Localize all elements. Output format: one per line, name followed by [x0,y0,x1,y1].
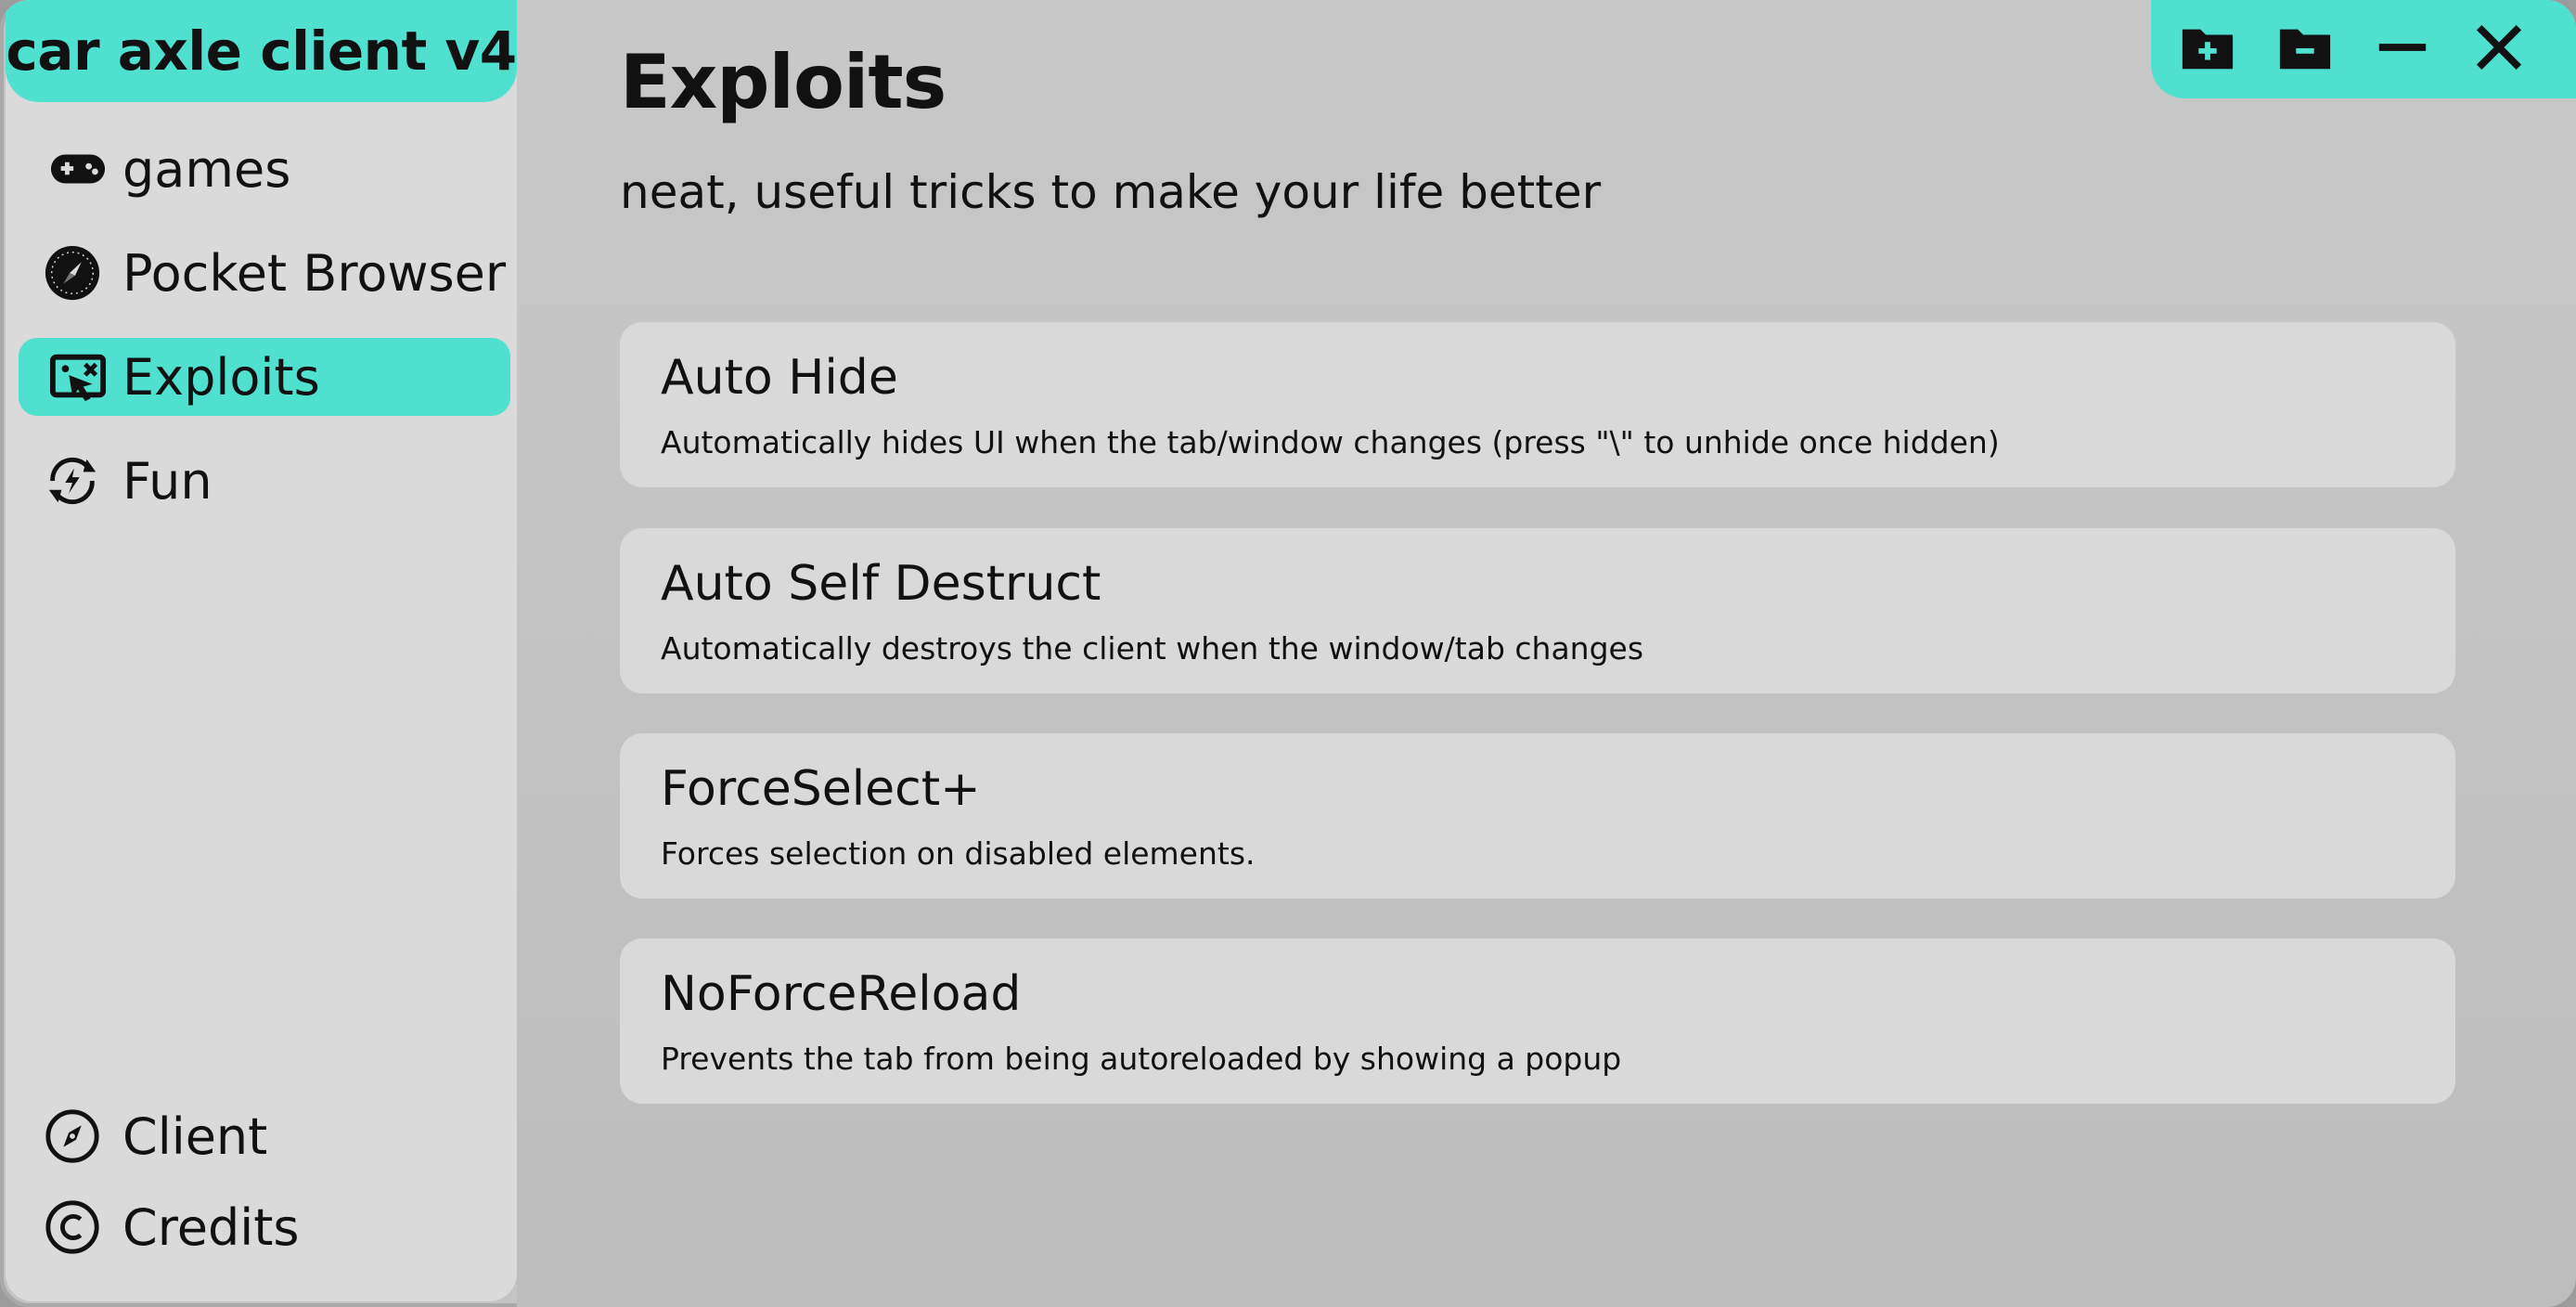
card-description: Prevents the tab from being autoreloaded… [661,1041,1622,1077]
page-title: Exploits [620,39,947,125]
exploit-cursor-icon [46,345,109,408]
new-folder-button[interactable] [2175,17,2240,82]
exploit-card-auto-hide[interactable]: Auto Hide Automatically hides UI when th… [620,322,2455,487]
folder-plus-icon [2179,19,2236,80]
card-title: NoForceReload [661,966,1022,1022]
gamepad-icon [46,137,109,201]
card-description: Automatically destroys the client when t… [661,630,1644,666]
app-window: car axle client v4 games Pocket Browser … [0,0,2576,1307]
sidebar-item-label: Fun [122,451,213,511]
app-title: car axle client v4 [6,0,517,102]
exploit-card-noforcereload[interactable]: NoForceReload Prevents the tab from bein… [620,938,2455,1104]
card-title: ForceSelect+ [661,761,981,817]
sidebar-item-label: Client [122,1106,268,1166]
remove-folder-button[interactable] [2273,17,2338,82]
minimize-icon [2374,19,2431,80]
card-description: Forces selection on disabled elements. [661,835,1256,872]
page-subtitle: neat, useful tricks to make your life be… [620,165,1602,219]
sidebar-item-label: Pocket Browser [122,243,507,303]
exploit-card-auto-self-destruct[interactable]: Auto Self Destruct Automatically destroy… [620,528,2455,693]
sidebar-item-fun[interactable]: Fun [19,442,510,520]
sidebar: car axle client v4 games Pocket Browser … [6,0,517,1301]
sidebar-item-label: Credits [122,1197,300,1257]
sidebar-item-label: games [122,139,291,199]
sidebar-item-label: Exploits [122,347,320,407]
close-button[interactable] [2467,17,2531,82]
sidebar-item-games[interactable]: games [19,130,510,208]
compass-outline-icon [41,1105,104,1168]
compass-icon [41,241,104,304]
sidebar-item-pocket-browser[interactable]: Pocket Browser [19,234,510,312]
window-controls [2151,0,2576,98]
exploit-card-forceselect[interactable]: ForceSelect+ Forces selection on disable… [620,733,2455,899]
sidebar-item-credits[interactable]: Credits [19,1188,510,1266]
close-icon [2470,19,2528,80]
fun-cycle-icon [41,449,104,512]
sidebar-item-exploits[interactable]: Exploits [19,338,510,416]
copyright-icon [41,1196,104,1259]
folder-minus-icon [2276,19,2334,80]
card-description: Automatically hides UI when the tab/wind… [661,424,2000,460]
card-title: Auto Self Destruct [661,556,1101,612]
card-title: Auto Hide [661,350,898,406]
minimize-button[interactable] [2370,17,2435,82]
sidebar-item-client[interactable]: Client [19,1097,510,1175]
